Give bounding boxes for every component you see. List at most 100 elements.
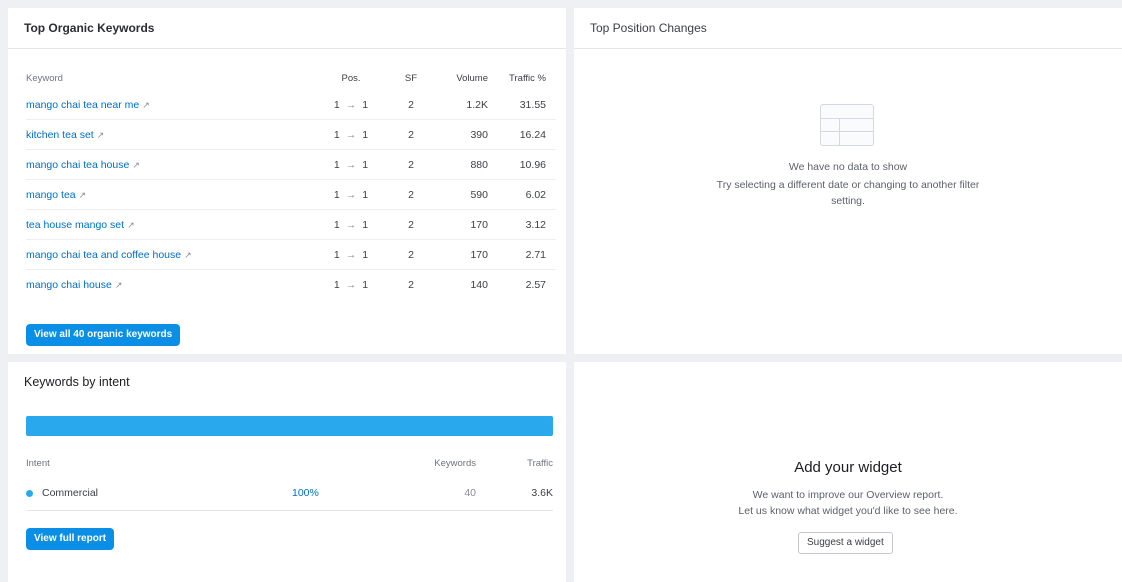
- sf-cell[interactable]: 2: [396, 159, 426, 171]
- view-all-keywords-button[interactable]: View all 40 organic keywords: [26, 324, 181, 346]
- intent-percent: 100%: [292, 487, 319, 499]
- col-keywords: Keywords: [434, 458, 476, 469]
- intent-name: Commercial: [42, 487, 99, 499]
- position-cell: 1 → 1: [306, 219, 396, 231]
- pos-from: 1: [333, 158, 340, 171]
- keyword-text[interactable]: kitchen tea set: [26, 129, 94, 141]
- traffic-cell: 3.12: [525, 218, 546, 231]
- pos-to: 1: [362, 98, 369, 111]
- top-position-changes-card: Top Position Changes We have no data to …: [574, 8, 1122, 354]
- volume-cell: 170: [470, 248, 488, 261]
- table-row: mango chai tea near me ↗ 1 → 1 2 1.2K 31.55: [26, 90, 556, 119]
- keyword-text[interactable]: mango chai tea and coffee house: [26, 249, 181, 261]
- col-keyword[interactable]: Keyword: [26, 73, 306, 84]
- keyword-link[interactable]: mango tea ↗: [26, 189, 306, 201]
- col-intent: Intent: [26, 458, 50, 469]
- table-row: mango chai tea and coffee house ↗ 1 → 1 2 170 2…: [26, 239, 556, 269]
- sf-cell[interactable]: 2: [396, 189, 426, 201]
- card-title: Top Position Changes: [574, 8, 1122, 49]
- position-cell: 1 → 1: [306, 279, 396, 291]
- intent-cell: Commercial 100%: [26, 487, 356, 499]
- arrow-right-icon: →: [345, 158, 357, 171]
- volume-cell: 1.2K: [466, 98, 488, 111]
- col-traffic[interactable]: Traffic %: [488, 73, 546, 84]
- traffic-cell: 6.02: [525, 188, 546, 201]
- table-row: mango chai tea house ↗ 1 → 1 2 880 10.96: [26, 149, 556, 179]
- volume-cell: 880: [470, 158, 488, 171]
- keyword-link[interactable]: tea house mango set ↗: [26, 219, 306, 231]
- keyword-link[interactable]: mango chai tea near me ↗: [26, 99, 306, 111]
- volume-cell: 390: [470, 128, 488, 141]
- volume-cell: 140: [470, 278, 488, 291]
- pos-from: 1: [333, 188, 340, 201]
- sf-cell[interactable]: 2: [396, 99, 426, 111]
- pos-to: 1: [362, 218, 369, 231]
- traffic-cell: 10.96: [519, 158, 546, 171]
- col-sf[interactable]: SF: [396, 73, 426, 84]
- empty-line-1: Try selecting a different date or changi…: [716, 179, 980, 191]
- intent-distribution-bar[interactable]: [26, 416, 553, 436]
- sf-cell[interactable]: 2: [396, 219, 426, 231]
- keyword-link[interactable]: kitchen tea set ↗: [26, 129, 306, 141]
- widget-title: Add your widget: [794, 459, 902, 476]
- pos-to: 1: [362, 278, 369, 291]
- external-link-icon[interactable]: ↗: [132, 160, 140, 170]
- position-cell: 1 → 1: [306, 189, 396, 201]
- pos-to: 1: [362, 128, 369, 141]
- col-traffic: Traffic: [527, 458, 553, 469]
- external-link-icon[interactable]: ↗: [184, 250, 192, 260]
- external-link-icon[interactable]: ↗: [97, 130, 105, 140]
- keywords-by-intent-card: Keywords by intent Intent Keywords Traff…: [8, 362, 566, 582]
- widget-line-2: Let us know what widget you'd like to se…: [738, 505, 958, 517]
- keyword-text[interactable]: mango chai tea near me: [26, 99, 139, 111]
- position-cell: 1 → 1: [306, 249, 396, 261]
- keyword-text[interactable]: tea house mango set: [26, 219, 124, 231]
- view-full-report-button[interactable]: View full report: [26, 528, 115, 550]
- traffic-cell: 2.71: [525, 248, 546, 261]
- table-row: tea house mango set ↗ 1 → 1 2 170 3.12: [26, 209, 556, 239]
- intent-header: Intent Keywords Traffic: [26, 458, 553, 469]
- volume-cell: 590: [470, 188, 488, 201]
- intent-keywords[interactable]: 40: [356, 487, 476, 499]
- keyword-text[interactable]: mango chai tea house: [26, 159, 129, 171]
- keyword-text[interactable]: mango tea: [26, 189, 76, 201]
- pos-from: 1: [333, 128, 340, 141]
- divider: [26, 510, 553, 511]
- external-link-icon[interactable]: ↗: [79, 190, 87, 200]
- arrow-right-icon: →: [345, 278, 357, 291]
- pos-from: 1: [333, 218, 340, 231]
- traffic-cell: 31.55: [519, 98, 546, 111]
- table-row: mango chai house ↗ 1 → 1 2 140 2.57: [26, 269, 556, 299]
- suggest-widget-button[interactable]: Suggest a widget: [798, 532, 893, 554]
- keyword-text[interactable]: mango chai house: [26, 279, 112, 291]
- keyword-link[interactable]: mango chai house ↗: [26, 279, 306, 291]
- traffic-cell: 2.57: [525, 278, 546, 291]
- sf-cell[interactable]: 2: [396, 129, 426, 141]
- pos-from: 1: [333, 248, 340, 261]
- table-row: kitchen tea set ↗ 1 → 1 2 390 16.24: [26, 119, 556, 149]
- col-volume[interactable]: Volume: [426, 73, 488, 84]
- pos-to: 1: [362, 188, 369, 201]
- external-link-icon[interactable]: ↗: [127, 220, 135, 230]
- position-cell: 1 → 1: [306, 129, 396, 141]
- traffic-cell: 16.24: [519, 128, 546, 141]
- arrow-right-icon: →: [345, 248, 357, 261]
- sf-cell[interactable]: 2: [396, 249, 426, 261]
- commercial-dot-icon: [26, 489, 33, 497]
- widget-line-1: We want to improve our Overview report.: [752, 489, 944, 501]
- intent-traffic: 3.6K: [531, 487, 553, 499]
- sf-cell[interactable]: 2: [396, 279, 426, 291]
- external-link-icon[interactable]: ↗: [142, 100, 150, 110]
- keyword-link[interactable]: mango chai tea house ↗: [26, 159, 306, 171]
- card-title: Keywords by intent: [24, 375, 130, 389]
- keywords-table: Keyword Pos. SF Volume Traffic % mango c…: [26, 66, 556, 299]
- external-link-icon[interactable]: ↗: [115, 280, 123, 290]
- empty-title: We have no data to show: [788, 161, 908, 173]
- keyword-link[interactable]: mango chai tea and coffee house ↗: [26, 249, 306, 261]
- table-row: mango tea ↗ 1 → 1 2 590 6.02: [26, 179, 556, 209]
- table-header: Keyword Pos. SF Volume Traffic %: [26, 66, 556, 90]
- add-widget-card: Add your widget We want to improve our O…: [574, 362, 1122, 582]
- pos-from: 1: [333, 98, 340, 111]
- position-cell: 1 → 1: [306, 99, 396, 111]
- col-pos[interactable]: Pos.: [306, 73, 396, 84]
